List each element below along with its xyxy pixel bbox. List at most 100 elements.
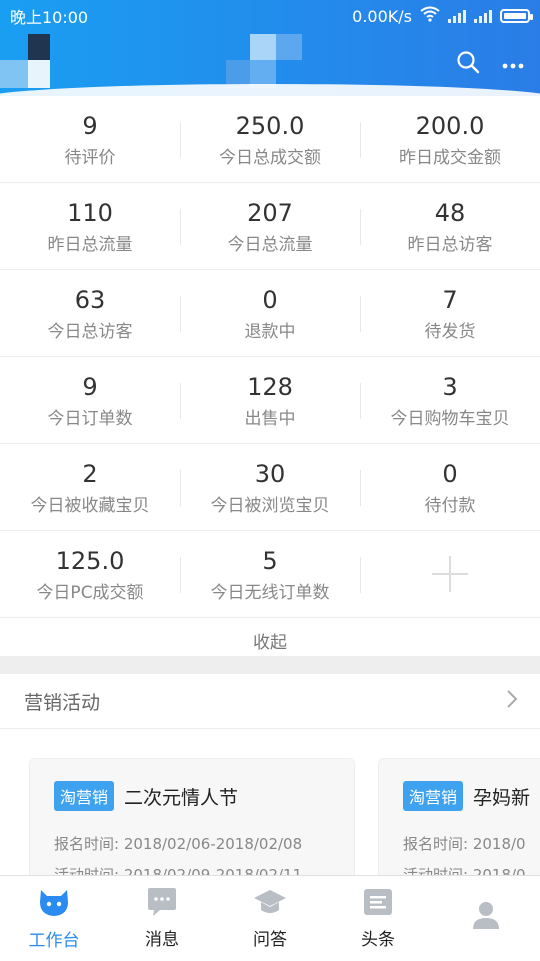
marketing-carousel[interactable]: 淘营销 二次元情人节 报名时间: 2018/02/06-2018/02/08 活… bbox=[0, 729, 540, 875]
activity-time: 活动时间: 2018/02/09-2018/02/11 bbox=[54, 866, 303, 875]
tab-news[interactable]: 头条 bbox=[324, 876, 432, 961]
chevron-right-icon bbox=[506, 689, 518, 713]
stat-value: 9 bbox=[82, 372, 98, 401]
status-time: 晚上10:00 bbox=[10, 8, 89, 27]
signup-time: 报名时间: 2018/0 bbox=[403, 835, 526, 853]
tab-label: 头条 bbox=[361, 930, 395, 950]
stat-cell[interactable]: 9 待评价 bbox=[0, 96, 180, 182]
tab-profile[interactable] bbox=[432, 876, 540, 961]
stat-label: 昨日总访客 bbox=[407, 234, 493, 255]
app-header: 晚上10:00 0.00K/s bbox=[0, 0, 540, 96]
stat-value: 7 bbox=[442, 285, 458, 314]
search-icon[interactable] bbox=[456, 50, 480, 78]
stat-cell[interactable]: 30 今日被浏览宝贝 bbox=[180, 444, 360, 530]
stats-grid: 9 待评价 250.0 今日总成交额 200.0 昨日成交金额 110 昨日总流量 20… bbox=[0, 96, 540, 662]
plus-icon bbox=[432, 556, 468, 592]
stat-cell[interactable]: 9 今日订单数 bbox=[0, 357, 180, 443]
status-bar: 晚上10:00 0.00K/s bbox=[0, 0, 540, 32]
tab-qa[interactable]: 问答 bbox=[216, 876, 324, 961]
signup-time: 报名时间: 2018/02/06-2018/02/08 bbox=[54, 835, 303, 853]
stat-label: 今日被浏览宝贝 bbox=[210, 495, 330, 516]
more-dots-icon[interactable] bbox=[502, 55, 524, 74]
battery-icon bbox=[500, 9, 533, 23]
stat-value: 200.0 bbox=[415, 111, 485, 140]
stats-row: 110 昨日总流量 207 今日总流量 48 昨日总访客 bbox=[0, 183, 540, 270]
stat-label: 昨日总流量 bbox=[47, 234, 133, 255]
stat-value: 128 bbox=[247, 372, 293, 401]
stat-value: 0 bbox=[442, 459, 458, 488]
stat-cell[interactable]: 48 昨日总访客 bbox=[360, 183, 540, 269]
marketing-header[interactable]: 营销活动 bbox=[0, 674, 540, 729]
stat-cell[interactable]: 207 今日总流量 bbox=[180, 183, 360, 269]
stat-label: 待评价 bbox=[64, 147, 116, 168]
wifi-icon bbox=[420, 6, 440, 26]
campaign-card[interactable]: 淘营销 孕妈新 报名时间: 2018/0 活动时间: 2018/0 bbox=[378, 758, 540, 875]
campaign-name: 孕妈新 bbox=[473, 786, 531, 809]
stats-row: 63 今日总访客 0 退款中 7 待发货 bbox=[0, 270, 540, 357]
tab-messages[interactable]: 消息 bbox=[108, 876, 216, 961]
stat-label: 今日购物车宝贝 bbox=[390, 408, 510, 429]
stats-row: 9 待评价 250.0 今日总成交额 200.0 昨日成交金额 bbox=[0, 96, 540, 183]
stat-cell[interactable]: 200.0 昨日成交金额 bbox=[360, 96, 540, 182]
stat-label: 今日总流量 bbox=[227, 234, 313, 255]
shop-name-blurred bbox=[226, 34, 304, 88]
tab-label: 消息 bbox=[145, 930, 179, 950]
signal-icon-2 bbox=[474, 9, 492, 23]
stat-cell[interactable]: 128 出售中 bbox=[180, 357, 360, 443]
shop-avatar-blurred bbox=[0, 34, 50, 88]
stat-cell[interactable]: 0 待付款 bbox=[360, 444, 540, 530]
stat-value: 2 bbox=[82, 459, 98, 488]
stat-value: 125.0 bbox=[55, 546, 125, 575]
stat-value: 207 bbox=[247, 198, 293, 227]
news-icon bbox=[363, 887, 393, 921]
stat-label: 待付款 bbox=[424, 495, 476, 516]
stat-cell[interactable]: 3 今日购物车宝贝 bbox=[360, 357, 540, 443]
workbench-mascot-icon bbox=[37, 886, 71, 922]
stat-value: 5 bbox=[262, 546, 278, 575]
stat-cell[interactable]: 5 今日无线订单数 bbox=[180, 531, 360, 617]
stat-label: 昨日成交金额 bbox=[399, 147, 501, 168]
stat-value: 110 bbox=[67, 198, 113, 227]
campaign-tag: 淘营销 bbox=[54, 781, 115, 811]
tab-label: 问答 bbox=[253, 930, 287, 950]
section-divider bbox=[0, 656, 540, 674]
activity-time: 活动时间: 2018/0 bbox=[403, 866, 526, 875]
stat-label: 今日无线订单数 bbox=[210, 582, 330, 603]
campaign-card[interactable]: 淘营销 二次元情人节 报名时间: 2018/02/06-2018/02/08 活… bbox=[29, 758, 355, 875]
stat-value: 63 bbox=[74, 285, 106, 314]
stat-label: 今日PC成交额 bbox=[36, 582, 144, 603]
stat-label: 今日被收藏宝贝 bbox=[30, 495, 150, 516]
stat-cell[interactable]: 250.0 今日总成交额 bbox=[180, 96, 360, 182]
stat-label: 今日总访客 bbox=[47, 321, 133, 342]
header-wave bbox=[0, 84, 540, 96]
stat-label: 出售中 bbox=[244, 408, 296, 429]
campaign-tag: 淘营销 bbox=[403, 781, 464, 811]
add-stat-button[interactable] bbox=[360, 531, 540, 617]
bottom-tab-bar: 工作台 消息 问答 头条 bbox=[0, 875, 540, 961]
stat-cell[interactable]: 7 待发货 bbox=[360, 270, 540, 356]
tab-label: 工作台 bbox=[28, 931, 80, 951]
signal-icon bbox=[448, 9, 466, 23]
stat-value: 250.0 bbox=[235, 111, 305, 140]
stat-cell[interactable]: 2 今日被收藏宝贝 bbox=[0, 444, 180, 530]
stats-row: 9 今日订单数 128 出售中 3 今日购物车宝贝 bbox=[0, 357, 540, 444]
stat-cell[interactable]: 125.0 今日PC成交额 bbox=[0, 531, 180, 617]
network-speed: 0.00K/s bbox=[352, 6, 412, 26]
stat-label: 退款中 bbox=[244, 321, 296, 342]
marketing-title: 营销活动 bbox=[24, 691, 101, 714]
stat-value: 3 bbox=[442, 372, 458, 401]
stat-cell[interactable]: 110 昨日总流量 bbox=[0, 183, 180, 269]
graduation-cap-icon bbox=[253, 887, 287, 921]
profile-icon bbox=[471, 900, 501, 934]
message-icon bbox=[146, 887, 178, 921]
stat-label: 今日总成交额 bbox=[219, 147, 321, 168]
stat-cell[interactable]: 0 退款中 bbox=[180, 270, 360, 356]
stat-label: 今日订单数 bbox=[47, 408, 133, 429]
stat-value: 30 bbox=[254, 459, 286, 488]
stats-row: 2 今日被收藏宝贝 30 今日被浏览宝贝 0 待付款 bbox=[0, 444, 540, 531]
stat-value: 0 bbox=[262, 285, 278, 314]
stats-row: 125.0 今日PC成交额 5 今日无线订单数 bbox=[0, 531, 540, 618]
campaign-name: 二次元情人节 bbox=[124, 786, 239, 809]
tab-workbench[interactable]: 工作台 bbox=[0, 876, 108, 961]
stat-cell[interactable]: 63 今日总访客 bbox=[0, 270, 180, 356]
